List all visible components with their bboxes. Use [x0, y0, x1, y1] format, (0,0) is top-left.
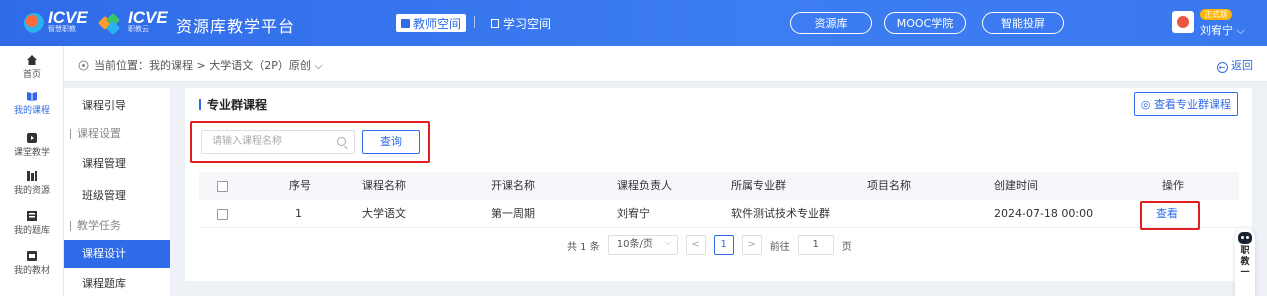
page-unit: 页 — [841, 241, 852, 253]
brand1-sub: 智慧职教 — [48, 25, 76, 33]
student-space-label: 学习空间 — [503, 16, 552, 31]
top-header: ICVE 智慧职教 ICVE 职教云 资源库教学平台 教师空间 学习空间 资源库… — [0, 0, 1267, 46]
goto-page-input[interactable]: 1 — [797, 235, 834, 255]
textbook-icon — [27, 251, 37, 261]
brand1-name: ICVE — [48, 8, 88, 27]
search-placeholder: 请输入课程名称 — [212, 136, 282, 147]
zjy-logo[interactable]: ICVE 职教云 — [97, 8, 168, 36]
brand2-name: ICVE — [128, 8, 168, 27]
nav-textbook[interactable]: 我的教材 — [0, 250, 64, 276]
breadcrumb-bar: 当前位置：我的课程 > 大学语文（2P）原创 ⌵ ← 返回 — [64, 46, 1267, 82]
robot-icon — [1238, 232, 1252, 244]
cell-offering-name: 第一周期 — [491, 207, 535, 220]
nav-classroom-label: 课堂教学 — [13, 148, 50, 158]
version-badge: 正式版 — [1200, 9, 1232, 20]
nav-home-label: 首页 — [22, 70, 41, 80]
widget-text-1: 职 — [1240, 246, 1250, 256]
nav-my-resources-label: 我的资源 — [13, 186, 50, 196]
course-table: 序号 课程名称 开课名称 课程负责人 所属专业群 项目名称 创建时间 操作 1 … — [199, 172, 1239, 228]
col-index: 序号 — [289, 179, 311, 192]
home-icon — [27, 55, 37, 65]
prev-page-button[interactable]: < — [685, 235, 706, 255]
breadcrumb: 当前位置：我的课程 > 大学语文（2P）原创 ⌵ — [78, 57, 323, 73]
nav-my-courses[interactable]: 我的课程 — [0, 90, 64, 116]
resource-library-button[interactable]: 资源库 — [790, 12, 872, 34]
widget-text-3: 一 — [1240, 268, 1250, 278]
back-icon: ← — [1216, 62, 1228, 73]
widget-text-2: 教 — [1240, 257, 1250, 267]
select-all-checkbox[interactable] — [217, 181, 228, 192]
back-button[interactable]: ← 返回 — [1216, 57, 1253, 73]
view-group-courses-button[interactable]: ◎ 查看专业群课程 — [1133, 92, 1238, 116]
teacher-space-icon — [401, 18, 410, 28]
user-menu[interactable]: 刘宥宁 ⌵ — [1200, 22, 1245, 38]
teacher-space-tab[interactable]: 教师空间 — [396, 14, 467, 32]
breadcrumb-text[interactable]: 当前位置：我的课程 > 大学语文（2P）原创 ⌵ — [94, 57, 323, 73]
nav-textbook-label: 我的教材 — [13, 266, 50, 276]
table-row: 1 大学语文 第一周期 刘宥宁 软件测试技术专业群 2024-07-18 00:… — [199, 200, 1239, 228]
brand2-sub: 职教云 — [128, 25, 149, 33]
subnav-course-question-bank[interactable]: 课程题库 — [64, 270, 170, 296]
cell-created: 2024-07-18 00:00 — [994, 207, 1094, 220]
row-checkbox[interactable] — [217, 209, 228, 220]
goto-label: 前往 — [769, 241, 790, 253]
next-page-button[interactable]: > — [741, 235, 762, 255]
space-divider — [474, 16, 475, 28]
zjy-logo-icon — [97, 12, 122, 36]
location-icon — [78, 60, 89, 70]
teacher-space-label: 教师空间 — [413, 16, 462, 31]
icve-logo[interactable]: ICVE 智慧职教 — [24, 8, 88, 34]
table-header: 序号 课程名称 开课名称 课程负责人 所属专业群 项目名称 创建时间 操作 — [199, 172, 1239, 200]
col-actions: 操作 — [1162, 179, 1184, 192]
col-created: 创建时间 — [994, 179, 1038, 192]
back-label: 返回 — [1231, 59, 1253, 72]
student-space-tab[interactable]: 学习空间 — [486, 14, 556, 32]
col-project: 项目名称 — [867, 179, 911, 192]
subnav-class-management[interactable]: 班级管理 — [64, 182, 170, 210]
smart-projection-button[interactable]: 智能投屏 — [982, 12, 1064, 34]
subnav-group-course-settings: 课程设置 — [64, 120, 170, 148]
view-highlight-box — [1140, 201, 1200, 230]
nav-my-resources[interactable]: 我的资源 — [0, 170, 64, 196]
cell-owner: 刘宥宁 — [617, 207, 650, 220]
app-icon[interactable] — [1172, 11, 1194, 33]
pager-total: 共 1 条 — [567, 241, 600, 253]
subnav-course-design[interactable]: 课程设计 — [64, 240, 170, 268]
nav-question-bank-label: 我的题库 — [13, 226, 50, 236]
col-course-name: 课程名称 — [362, 179, 406, 192]
book-icon — [27, 92, 37, 101]
question-bank-icon — [27, 211, 37, 221]
primary-sidebar: 首页 我的课程 课堂教学 我的资源 我的题库 我的教材 — [0, 46, 64, 296]
page-size-select[interactable]: 10条/页 — [607, 234, 678, 255]
pagination: 共 1 条 10条/页 < 1 > 前往 1 页 — [567, 234, 860, 255]
nav-question-bank[interactable]: 我的题库 — [0, 210, 64, 236]
mooc-button[interactable]: MOOC学院 — [884, 12, 966, 34]
play-icon — [27, 133, 37, 143]
subnav-course-management[interactable]: 课程管理 — [64, 150, 170, 178]
course-search-input[interactable]: 请输入课程名称 — [201, 130, 355, 154]
student-space-icon — [491, 18, 499, 28]
page-title: 专业群课程 — [199, 96, 267, 113]
current-page[interactable]: 1 — [713, 235, 734, 255]
cell-index: 1 — [295, 207, 302, 220]
platform-title: 资源库教学平台 — [176, 17, 296, 36]
cell-course-name: 大学语文 — [362, 207, 406, 220]
nav-home[interactable]: 首页 — [0, 54, 64, 80]
secondary-sidebar: 课程引导 课程设置 课程管理 班级管理 教学任务 课程设计 课程题库 — [64, 88, 170, 296]
subnav-course-guide[interactable]: 课程引导 — [64, 92, 170, 120]
col-owner: 课程负责人 — [617, 179, 672, 192]
col-group: 所属专业群 — [731, 179, 786, 192]
assistant-widget[interactable]: 职 教 一 — [1235, 228, 1255, 296]
main-card: 专业群课程 ◎ 查看专业群课程 请输入课程名称 查询 序号 课程名称 开课名称 … — [185, 88, 1252, 281]
search-icon — [337, 137, 346, 146]
col-offering-name: 开课名称 — [491, 179, 535, 192]
icve-logo-icon — [24, 13, 44, 33]
nav-my-courses-label: 我的课程 — [13, 106, 50, 116]
resource-icon — [27, 171, 37, 181]
subnav-group-teaching-tasks: 教学任务 — [64, 212, 170, 240]
nav-classroom[interactable]: 课堂教学 — [0, 132, 64, 158]
cell-group: 软件测试技术专业群 — [731, 207, 830, 220]
query-button[interactable]: 查询 — [362, 130, 420, 154]
